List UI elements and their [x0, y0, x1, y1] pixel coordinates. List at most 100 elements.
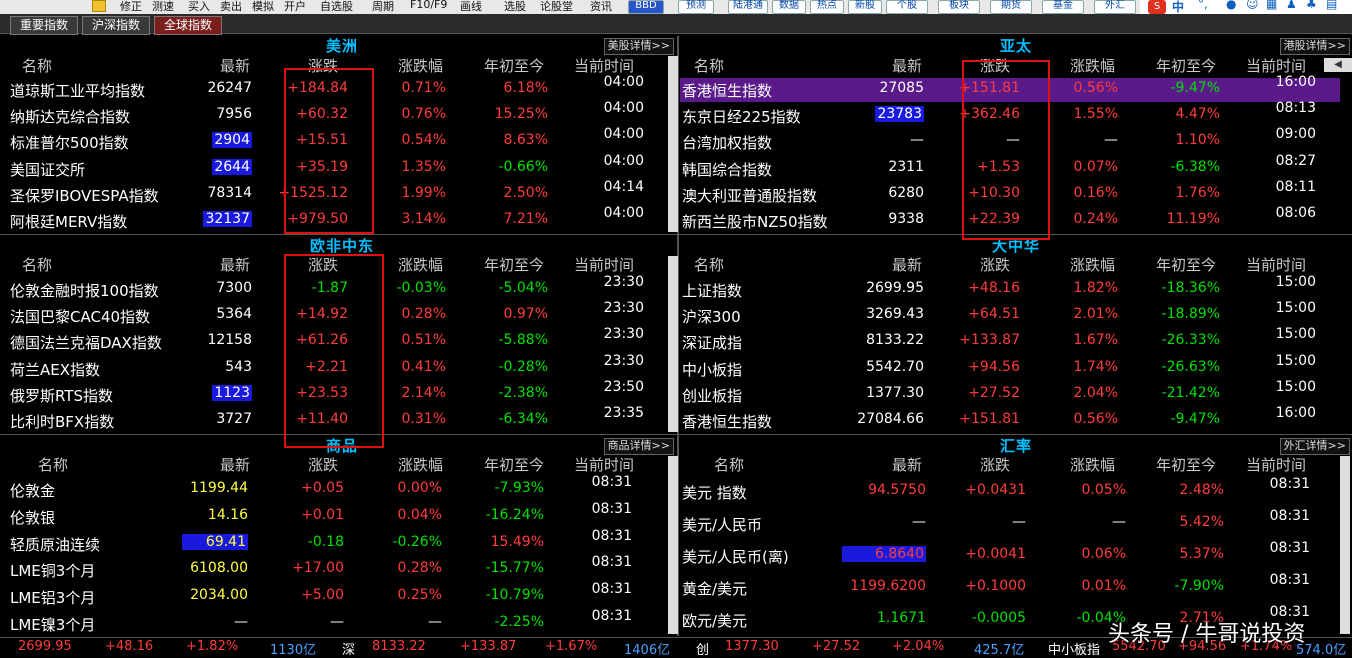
toolbar-button[interactable]: 板块 — [938, 0, 980, 14]
toolbar-item[interactable]: 修正 — [120, 0, 142, 14]
ime-mode-label[interactable]: 中 — [1172, 0, 1184, 15]
emoji-icon[interactable]: ☺ — [1246, 0, 1259, 11]
toolbar-button[interactable]: 预测 — [678, 0, 714, 14]
toolbar-item[interactable]: 开户 — [284, 0, 306, 14]
panel-detail-link[interactable]: 外汇详情>> — [1279, 438, 1350, 455]
cell-last: 2311 — [888, 158, 924, 175]
column-header[interactable]: 名称 — [38, 454, 68, 475]
cell-last: 69.41 — [182, 533, 248, 550]
cell-name: 道琼斯工业平均指数 — [10, 82, 146, 100]
toolbar-item[interactable]: 画线 — [460, 0, 482, 14]
toolbar-button[interactable]: 期货 — [990, 0, 1032, 14]
toolbar-button[interactable]: 新股 — [848, 0, 882, 14]
cell-time: 08:31 — [1269, 572, 1310, 588]
column-header[interactable]: 名称 — [694, 55, 724, 76]
cell-pct: 0.01% — [1081, 578, 1126, 594]
toolbar-item[interactable]: 选股 — [504, 0, 526, 14]
column-header[interactable]: 涨跌幅 — [398, 55, 443, 76]
cell-pct: -0.26% — [392, 533, 442, 550]
column-header[interactable]: 涨跌幅 — [1070, 454, 1115, 475]
keyboard-icon[interactable]: ▦ — [1266, 0, 1277, 11]
column-header[interactable]: 年初至今 — [484, 55, 544, 76]
column-header[interactable]: 最新 — [892, 55, 922, 76]
column-header[interactable]: 当前时间 — [574, 55, 634, 76]
column-header[interactable]: 名称 — [714, 454, 744, 475]
toolbar-button[interactable]: 热点 — [810, 0, 844, 14]
toolbar-button[interactable]: BBD — [628, 0, 664, 14]
column-header[interactable]: 当前时间 — [1246, 254, 1306, 275]
cell-time: 04:00 — [603, 205, 644, 221]
panel-commodity: 商品 商品详情>> 名称 最新 涨跌 涨跌幅 年初至今 当前时间 伦敦金 1199.44 +0.05… — [8, 436, 676, 636]
cell-name: 东京日经225指数 — [682, 108, 801, 127]
column-header[interactable]: 当前时间 — [574, 254, 634, 275]
tools-icon[interactable]: ▤ — [1326, 0, 1337, 11]
microphone-icon[interactable]: ● — [1226, 0, 1236, 11]
cell-ytd: -5.04% — [498, 280, 548, 296]
column-header[interactable]: 最新 — [220, 55, 250, 76]
cell-ytd: 2.48% — [1179, 482, 1224, 498]
toolbar-item[interactable]: 资讯 — [590, 0, 612, 14]
toolbar-item[interactable]: 卖出 — [220, 0, 242, 14]
scrollbar-america[interactable] — [668, 56, 678, 232]
column-header[interactable]: 最新 — [892, 454, 922, 475]
tab-important-index[interactable]: 重要指数 — [10, 16, 78, 35]
toolbar-item[interactable]: F10/F9 — [410, 0, 447, 11]
toolbar-button[interactable]: 基金 — [1042, 0, 1084, 14]
tab-shsz-index[interactable]: 沪深指数 — [82, 16, 150, 35]
column-header[interactable]: 年初至今 — [1156, 254, 1216, 275]
column-header[interactable]: 涨跌 — [980, 254, 1010, 275]
column-header[interactable]: 最新 — [220, 254, 250, 275]
scrollbar-fx[interactable] — [1340, 456, 1350, 634]
panel-title: 亚太 — [999, 37, 1032, 55]
cell-time: 23:35 — [603, 405, 644, 421]
column-header[interactable]: 最新 — [892, 254, 922, 275]
column-header[interactable]: 当前时间 — [1246, 55, 1306, 76]
cell-time: 04:00 — [603, 152, 644, 169]
column-header[interactable]: 涨跌幅 — [398, 454, 443, 475]
scrollbar-europe[interactable] — [668, 256, 678, 432]
toolbar-item[interactable]: 买入 — [188, 0, 210, 14]
skin-icon[interactable]: ♣ — [1306, 0, 1317, 11]
panel-detail-link[interactable]: 美股详情>> — [603, 38, 674, 55]
column-header[interactable]: 当前时间 — [574, 454, 634, 475]
scrollbar-commodity[interactable] — [668, 456, 678, 634]
toolbar-item[interactable]: 模拟 — [252, 0, 274, 14]
column-header[interactable]: 年初至今 — [484, 254, 544, 275]
column-header[interactable]: 年初至今 — [1156, 55, 1216, 76]
toolbar-button[interactable]: 个股 — [886, 0, 928, 14]
toolbar-item[interactable]: 自选股 — [320, 0, 353, 14]
toolbar-item[interactable]: 论股堂 — [540, 0, 573, 14]
toolbar-button[interactable]: 数据 — [772, 0, 806, 14]
column-header[interactable]: 涨跌 — [980, 454, 1010, 475]
toolbar-button[interactable]: 外汇 — [1094, 0, 1136, 14]
cell-time: 08:31 — [591, 527, 632, 544]
column-header[interactable]: 年初至今 — [484, 454, 544, 475]
column-header[interactable]: 名称 — [22, 254, 52, 275]
column-header[interactable]: 涨跌幅 — [1070, 55, 1115, 76]
cell-time: 23:50 — [603, 378, 644, 395]
toolbar-item[interactable]: 测速 — [152, 0, 174, 14]
user-icon[interactable]: ♟ — [1286, 0, 1297, 11]
column-header[interactable]: 名称 — [22, 55, 52, 76]
cell-pct: 1.74% — [1073, 358, 1118, 375]
column-header[interactable]: 当前时间 — [1246, 454, 1306, 475]
punctuation-icon[interactable]: °, — [1198, 0, 1208, 11]
cell-pct: 0.28% — [397, 560, 442, 577]
dropdown-icon[interactable] — [92, 0, 106, 12]
table-row[interactable] — [680, 512, 1340, 542]
panel-detail-link[interactable]: 商品详情>> — [603, 438, 674, 455]
cell-ytd: -0.28% — [498, 358, 548, 375]
toolbar-button[interactable]: 陆港通 — [728, 0, 768, 14]
panel-detail-link[interactable]: 港股详情>> — [1279, 38, 1350, 55]
column-header[interactable]: 涨跌幅 — [1070, 254, 1115, 275]
column-header[interactable]: 涨跌 — [308, 454, 338, 475]
collapse-arrow-icon[interactable]: ◀ — [1324, 58, 1352, 72]
cell-time: 23:30 — [603, 274, 644, 290]
column-header[interactable]: 涨跌幅 — [398, 254, 443, 275]
column-header[interactable]: 年初至今 — [1156, 454, 1216, 475]
toolbar-item[interactable]: 周期 — [372, 0, 394, 14]
column-header[interactable]: 最新 — [220, 454, 250, 475]
column-header[interactable]: 名称 — [694, 254, 724, 275]
tab-global-index[interactable]: 全球指数 — [154, 16, 222, 35]
sogou-ime-bar[interactable]: S 中 °, ● ☺ ▦ ♟ ♣ ▤ — [1140, 0, 1352, 14]
